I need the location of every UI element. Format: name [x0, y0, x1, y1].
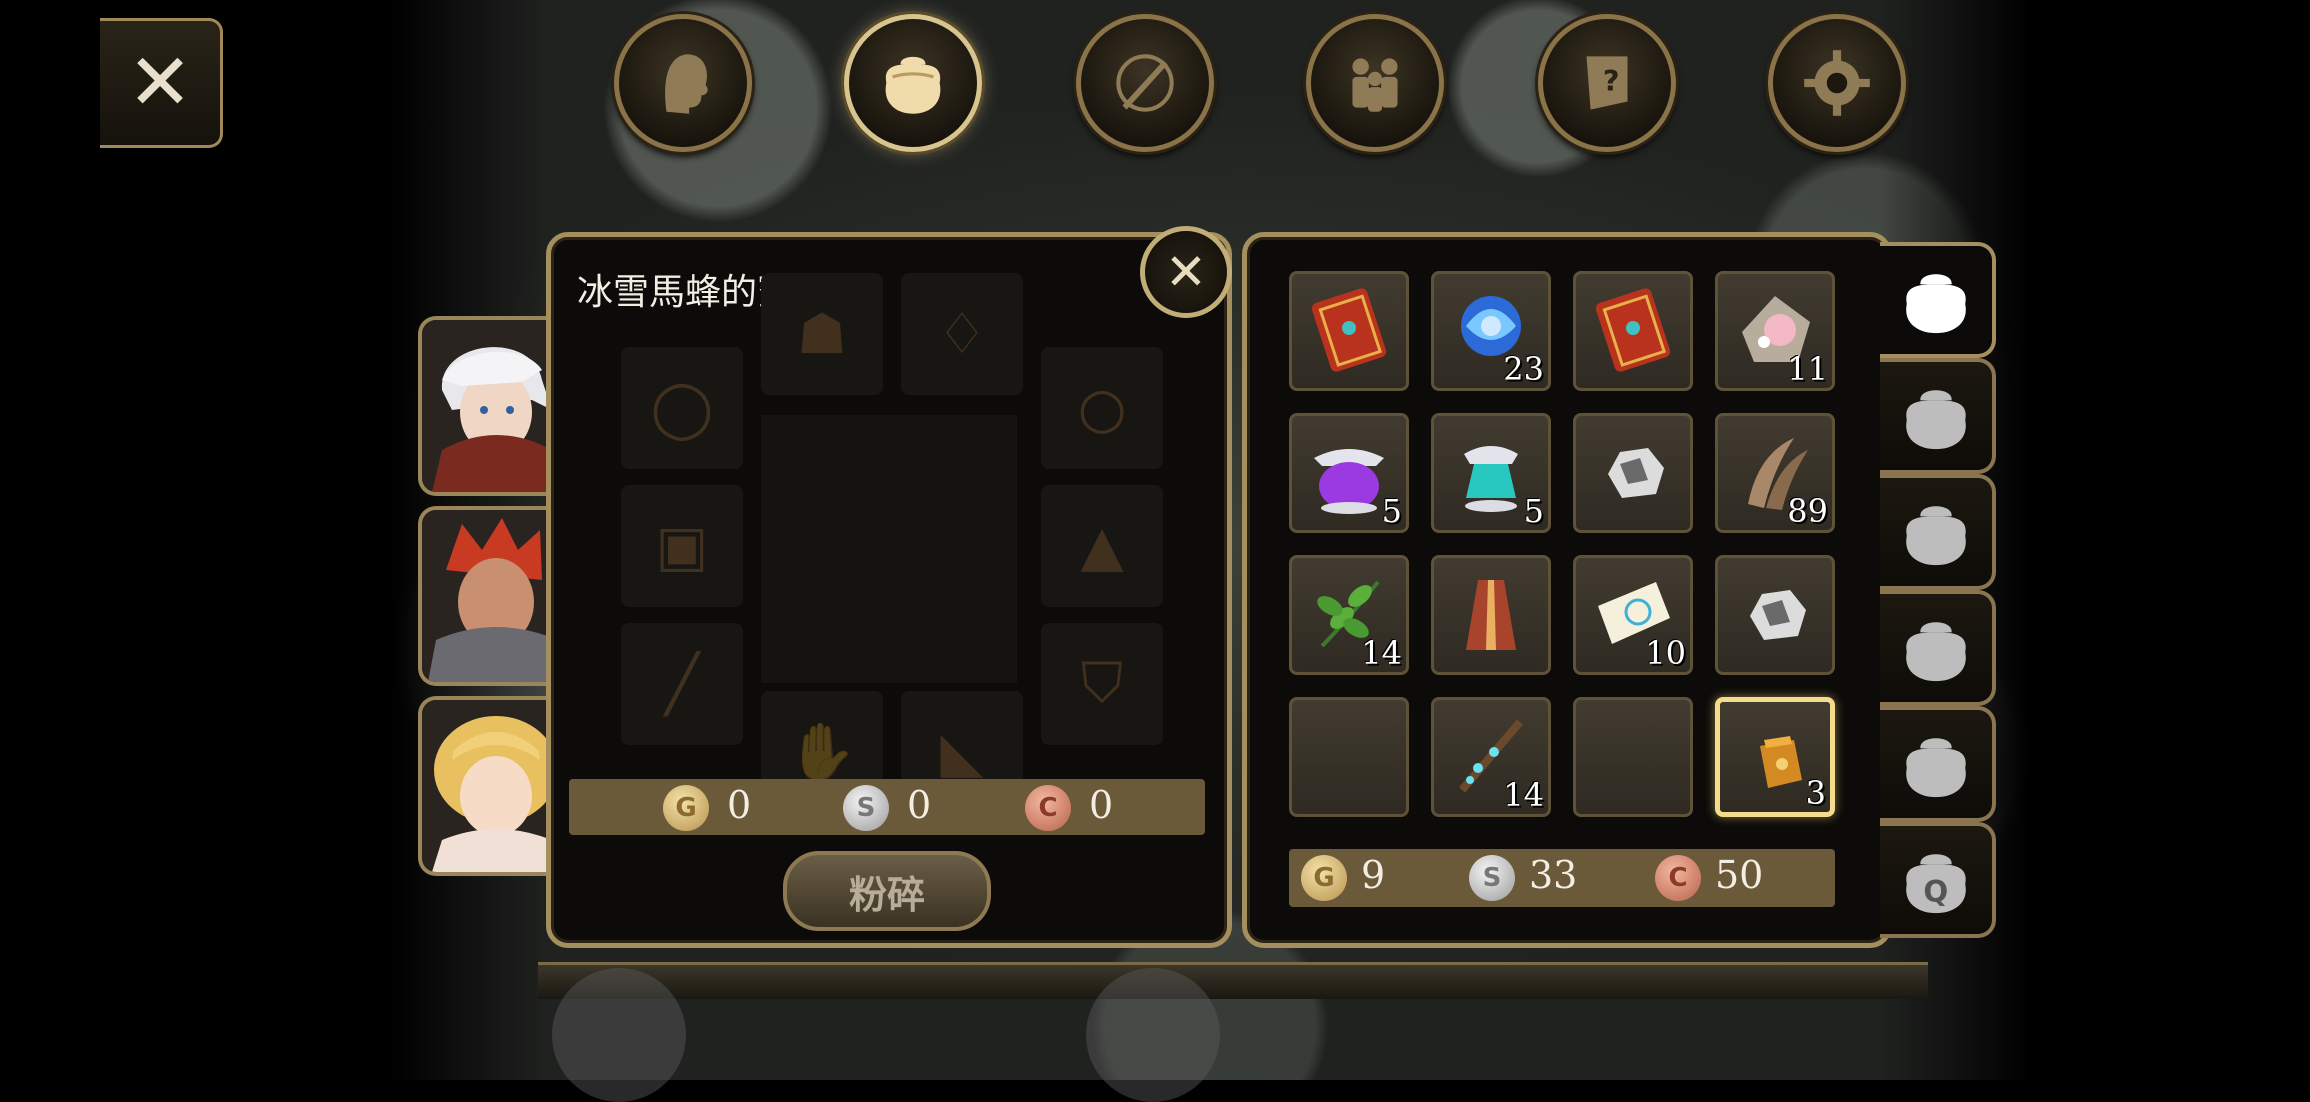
silver-value: 0: [907, 783, 932, 827]
equip-slot-ring[interactable]: ○: [1041, 347, 1163, 469]
cloak-icon: ▲: [1080, 513, 1124, 579]
gold-coin-icon: G: [1301, 855, 1347, 901]
quest-menu-button[interactable]: ?: [1538, 14, 1676, 152]
equip-slot-armor[interactable]: ▣: [621, 485, 743, 607]
red-book-icon: [1311, 288, 1387, 372]
inventory-slot[interactable]: 5: [1289, 413, 1409, 533]
svg-text:?: ?: [1603, 64, 1620, 98]
copper-coin-icon: C: [1025, 785, 1071, 831]
ring-icon: ○: [1077, 375, 1127, 441]
quest-bag-tab[interactable]: Q: [1880, 822, 1996, 938]
bag-tab-4[interactable]: [1880, 590, 1996, 706]
wallet-silver: 33: [1529, 853, 1578, 897]
inventory-slot[interactable]: [1715, 555, 1835, 675]
inventory-slot[interactable]: 23: [1431, 271, 1551, 391]
inventory-slot[interactable]: [1431, 555, 1551, 675]
wallet-bar: G 9 S 33 C 50: [1289, 849, 1835, 907]
inventory-slot[interactable]: 89: [1715, 413, 1835, 533]
red-robe-icon: [1466, 580, 1516, 650]
inventory-slot[interactable]: 14: [1289, 555, 1409, 675]
map-status-bar: [538, 962, 1928, 999]
wallet-gold: 9: [1361, 853, 1386, 897]
gold-value: 0: [727, 783, 752, 827]
item-panel-close-button[interactable]: ✕: [1140, 226, 1232, 318]
red-book-icon: [1595, 288, 1671, 372]
item-count: 5: [1381, 492, 1402, 530]
armor-icon: ▣: [655, 513, 709, 579]
item-count: 10: [1645, 634, 1686, 672]
copper-value: 0: [1089, 783, 1114, 827]
bag-icon: [1906, 506, 1966, 566]
equip-slot-weapon[interactable]: ╱: [621, 623, 743, 745]
bag-tab-3[interactable]: [1880, 474, 1996, 590]
wallet-copper: 50: [1715, 853, 1764, 897]
item-count: 89: [1787, 492, 1828, 530]
silver-coin-icon: S: [843, 785, 889, 831]
equip-slot-head[interactable]: ☗: [761, 273, 883, 395]
inventory-panel: 23 11 5 5 89 14 10 14 3 G 9 S 33 C 50: [1242, 232, 1892, 948]
bag-icon: [885, 56, 941, 114]
close-icon: ✕: [127, 38, 193, 128]
bag-icon: [1906, 738, 1966, 798]
inventory-slot[interactable]: 10: [1573, 555, 1693, 675]
head-icon: [665, 54, 708, 114]
neck-icon: ◯: [650, 375, 714, 441]
bag-tab-1[interactable]: [1880, 242, 1996, 358]
virtual-action-button[interactable]: [1086, 968, 1220, 1102]
white-ore-icon: [1750, 590, 1806, 640]
settings-menu-button[interactable]: [1768, 14, 1906, 152]
shield-icon: ⛉: [1081, 651, 1123, 716]
gear-icon: [1804, 50, 1870, 116]
character-preview: [761, 415, 1017, 683]
svg-text:Q: Q: [1923, 874, 1948, 908]
bag-icon: [1906, 390, 1966, 450]
item-count: 5: [1523, 492, 1544, 530]
item-count: 3: [1805, 774, 1826, 812]
item-count: 14: [1361, 634, 1402, 672]
silver-coin-icon: S: [1469, 855, 1515, 901]
crush-button[interactable]: 粉碎: [783, 851, 991, 931]
equip-slot-shield[interactable]: ⛉: [1041, 623, 1163, 745]
equip-slot-neck[interactable]: ◯: [621, 347, 743, 469]
inventory-menu-button[interactable]: [844, 14, 982, 152]
bag-icon: [1906, 274, 1966, 334]
inventory-slot[interactable]: [1573, 413, 1693, 533]
amulet-icon: ♢: [936, 301, 988, 367]
helmet-icon: ☗: [796, 301, 848, 367]
inventory-slot[interactable]: [1289, 271, 1409, 391]
inventory-slot-empty[interactable]: [1289, 697, 1409, 817]
gold-coin-icon: G: [663, 785, 709, 831]
character-menu-button[interactable]: [614, 14, 752, 152]
party-icon: [1352, 58, 1398, 112]
white-ore-icon: [1608, 448, 1664, 498]
item-count: 23: [1503, 350, 1544, 388]
bag-tab-5[interactable]: [1880, 706, 1996, 822]
skills-menu-button[interactable]: [1076, 14, 1214, 152]
virtual-joystick[interactable]: [552, 968, 686, 1102]
crush-value-bar: G 0 S 0 C 0: [569, 779, 1205, 835]
quest-bag-icon: Q: [1906, 854, 1966, 914]
inventory-slot[interactable]: 14: [1431, 697, 1551, 817]
staff-icon: ╱: [665, 651, 699, 717]
close-icon: ✕: [1165, 243, 1207, 301]
inventory-slot[interactable]: 3: [1715, 697, 1835, 817]
copper-coin-icon: C: [1655, 855, 1701, 901]
inventory-slot[interactable]: 5: [1431, 413, 1551, 533]
party-menu-button[interactable]: [1306, 14, 1444, 152]
equip-slot-amulet[interactable]: ♢: [901, 273, 1023, 395]
inventory-slot-empty[interactable]: [1573, 697, 1693, 817]
sword-compass-icon: [1116, 54, 1174, 112]
inventory-slot[interactable]: 11: [1715, 271, 1835, 391]
quest-scroll-icon: ?: [1586, 56, 1628, 110]
close-menu-button[interactable]: ✕: [100, 18, 223, 148]
equip-slot-cloak[interactable]: ▲: [1041, 485, 1163, 607]
bag-icon: [1906, 622, 1966, 682]
bag-tab-2[interactable]: [1880, 358, 1996, 474]
item-count: 14: [1503, 776, 1544, 814]
item-detail-panel: 冰雪馬蜂的蜜汁 ◯ ☗ ♢ ○ ▣ ▲ ╱ ⛉ ✋ ◣ G 0 S 0 C 0 …: [546, 232, 1232, 948]
item-count: 11: [1787, 350, 1828, 388]
inventory-slot[interactable]: [1573, 271, 1693, 391]
